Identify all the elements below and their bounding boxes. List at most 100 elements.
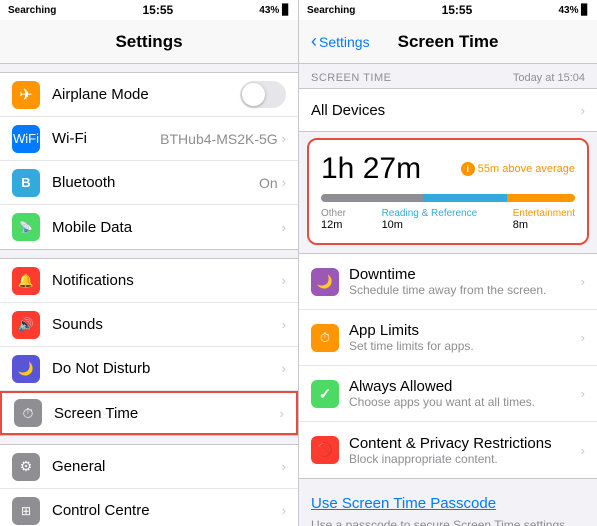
back-chevron-icon: ‹: [311, 31, 317, 52]
alwaysallowed-icon: ✓: [311, 380, 339, 408]
screen-time-total: 1h 27m: [321, 152, 421, 186]
settings-item-sounds[interactable]: 🔊 Sounds ›: [0, 303, 298, 347]
bluetooth-label: Bluetooth: [52, 174, 259, 191]
left-signal: Searching: [8, 5, 56, 16]
downtime-desc: Schedule time away from the screen.: [349, 283, 581, 297]
downtime-text: Downtime Schedule time away from the scr…: [349, 266, 581, 297]
privacy-chevron: ›: [581, 443, 585, 458]
applimits-desc: Set time limits for apps.: [349, 339, 581, 353]
right-nav-title: Screen Time: [398, 32, 499, 52]
left-time: 15:55: [142, 3, 173, 17]
right-battery: 43% ▊: [559, 5, 589, 16]
bluetooth-chevron: ›: [282, 175, 286, 190]
donotdisturb-chevron: ›: [282, 361, 286, 376]
sounds-label: Sounds: [52, 316, 282, 333]
settings-item-controlcentre[interactable]: ⊞ Control Centre ›: [0, 489, 298, 526]
alwaysallowed-desc: Choose apps you want at all times.: [349, 395, 581, 409]
wifi-icon: WiFi: [12, 125, 40, 153]
left-panel: Searching 15:55 43% ▊ Settings ✈ Airplan…: [0, 0, 299, 526]
mobile-chevron: ›: [282, 220, 286, 235]
airplane-toggle[interactable]: [240, 81, 286, 108]
general-chevron: ›: [282, 459, 286, 474]
right-signal: Searching: [307, 5, 355, 16]
privacy-desc: Block inappropriate content.: [349, 452, 581, 466]
privacy-title: Content & Privacy Restrictions: [349, 435, 581, 452]
downtime-chevron: ›: [581, 274, 585, 289]
alwaysallowed-chevron: ›: [581, 386, 585, 401]
passcode-section: Use Screen Time Passcode Use a passcode …: [299, 487, 597, 526]
section-label: SCREEN TIME: [311, 72, 391, 84]
menu-item-applimits[interactable]: ⏱ App Limits Set time limits for apps. ›: [299, 310, 597, 366]
info-icon: i: [461, 162, 475, 176]
back-button[interactable]: ‹ Settings: [311, 31, 370, 52]
mobile-label: Mobile Data: [52, 219, 282, 236]
all-devices-chevron: ›: [581, 103, 585, 118]
general-label: General: [52, 458, 282, 475]
general-icon: ⚙: [12, 453, 40, 481]
controlcentre-icon: ⊞: [12, 497, 40, 525]
menu-group: 🌙 Downtime Schedule time away from the s…: [299, 253, 597, 479]
other-name: Other: [321, 208, 346, 219]
bar-label-entertainment: Entertainment 8m: [513, 208, 575, 231]
airplane-icon: ✈: [12, 81, 40, 109]
right-nav-bar: ‹ Settings Screen Time: [299, 20, 597, 64]
alwaysallowed-text: Always Allowed Choose apps you want at a…: [349, 378, 581, 409]
wifi-chevron: ›: [282, 131, 286, 146]
all-devices-row[interactable]: All Devices ›: [299, 88, 597, 132]
menu-item-privacy[interactable]: 🚫 Content & Privacy Restrictions Block i…: [299, 422, 597, 478]
right-status-bar: Searching 15:55 43% ▊: [299, 0, 597, 20]
downtime-icon: 🌙: [311, 268, 339, 296]
other-value: 12m: [321, 219, 346, 231]
wifi-value: BTHub4-MS2K-5G: [160, 131, 277, 147]
reading-name: Reading & Reference: [382, 208, 478, 219]
bar-chart: [321, 194, 575, 202]
airplane-label: Airplane Mode: [52, 86, 240, 103]
bar-other: [321, 194, 423, 202]
notifications-icon: 🔔: [12, 267, 40, 295]
left-battery: 43% ▊: [259, 5, 290, 16]
right-time: 15:55: [442, 3, 473, 17]
applimits-text: App Limits Set time limits for apps.: [349, 322, 581, 353]
reading-value: 10m: [382, 219, 478, 231]
applimits-icon: ⏱: [311, 324, 339, 352]
sounds-icon: 🔊: [12, 311, 40, 339]
notifications-label: Notifications: [52, 272, 282, 289]
screen-time-main: 1h 27m i 55m above average: [321, 152, 575, 186]
settings-item-general[interactable]: ⚙ General ›: [0, 445, 298, 489]
all-devices-label: All Devices: [311, 102, 581, 119]
downtime-title: Downtime: [349, 266, 581, 283]
bar-label-reading: Reading & Reference 10m: [382, 208, 478, 231]
settings-item-screentime[interactable]: ⏱ Screen Time ›: [0, 391, 298, 435]
donotdisturb-label: Do Not Disturb: [52, 360, 282, 377]
settings-item-mobile[interactable]: 📡 Mobile Data ›: [0, 205, 298, 249]
donotdisturb-icon: 🌙: [12, 355, 40, 383]
controlcentre-chevron: ›: [282, 503, 286, 518]
menu-item-alwaysallowed[interactable]: ✓ Always Allowed Choose apps you want at…: [299, 366, 597, 422]
right-content: SCREEN TIME Today at 15:04 All Devices ›…: [299, 64, 597, 526]
alwaysallowed-title: Always Allowed: [349, 378, 581, 395]
screentime-label: Screen Time: [54, 405, 280, 422]
left-status-bar: Searching 15:55 43% ▊: [0, 0, 298, 20]
menu-item-downtime[interactable]: 🌙 Downtime Schedule time away from the s…: [299, 254, 597, 310]
settings-group-1: ✈ Airplane Mode WiFi Wi-Fi BTHub4-MS2K-5…: [0, 72, 298, 250]
settings-item-wifi[interactable]: WiFi Wi-Fi BTHub4-MS2K-5G ›: [0, 117, 298, 161]
entertainment-name: Entertainment: [513, 208, 575, 219]
notifications-chevron: ›: [282, 273, 286, 288]
controlcentre-label: Control Centre: [52, 502, 282, 519]
screen-time-card[interactable]: 1h 27m i 55m above average Other 12m Rea…: [307, 138, 589, 245]
passcode-link[interactable]: Use Screen Time Passcode: [311, 495, 585, 512]
section-header: SCREEN TIME Today at 15:04: [299, 64, 597, 88]
right-panel: Searching 15:55 43% ▊ ‹ Settings Screen …: [299, 0, 597, 526]
privacy-text: Content & Privacy Restrictions Block ina…: [349, 435, 581, 466]
settings-item-notifications[interactable]: 🔔 Notifications ›: [0, 259, 298, 303]
bar-reading: [423, 194, 507, 202]
settings-item-airplane[interactable]: ✈ Airplane Mode: [0, 73, 298, 117]
bar-labels: Other 12m Reading & Reference 10m Entert…: [321, 208, 575, 231]
bar-entertainment: [507, 194, 575, 202]
settings-item-donotdisturb[interactable]: 🌙 Do Not Disturb ›: [0, 347, 298, 391]
bluetooth-icon: B: [12, 169, 40, 197]
back-label: Settings: [319, 34, 370, 50]
passcode-desc: Use a passcode to secure Screen Time set…: [311, 518, 568, 526]
settings-item-bluetooth[interactable]: B Bluetooth On ›: [0, 161, 298, 205]
left-nav-bar: Settings: [0, 20, 298, 64]
